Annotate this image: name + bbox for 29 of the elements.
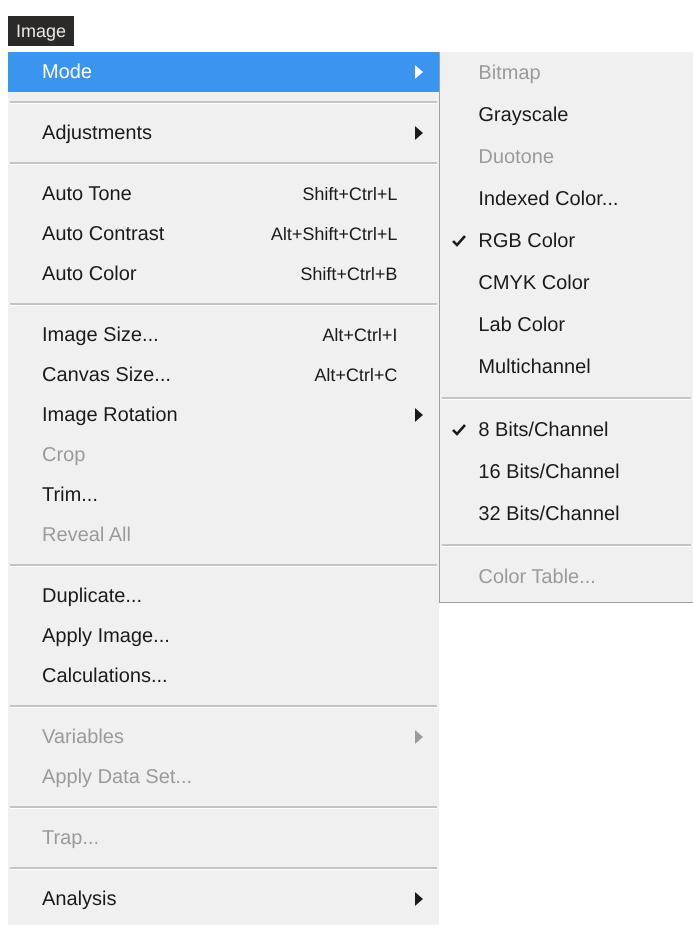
submenu-item[interactable]: Multichannel bbox=[440, 346, 693, 388]
submenu-item[interactable]: 32 Bits/Channel bbox=[440, 493, 693, 535]
menu-item[interactable]: Auto Contrast Alt+Shift+Ctrl+L bbox=[8, 214, 440, 254]
menu-item[interactable]: Image Size... Alt+Ctrl+I bbox=[8, 315, 440, 355]
menu-title[interactable]: Image bbox=[8, 16, 74, 46]
submenu-arrow-icon bbox=[415, 65, 424, 79]
submenu-arrow-icon bbox=[415, 730, 424, 744]
submenu-item[interactable]: Grayscale bbox=[440, 94, 693, 136]
menu-item[interactable]: Calculations... bbox=[8, 656, 440, 696]
submenu-item[interactable]: RGB Color bbox=[440, 220, 693, 262]
menu-item[interactable]: Duplicate... bbox=[8, 576, 440, 616]
submenu-arrow-icon bbox=[415, 126, 424, 140]
menu-item[interactable]: Image Rotation bbox=[8, 395, 440, 435]
menu-item[interactable]: Adjustments bbox=[8, 113, 440, 153]
menu-item[interactable]: Canvas Size... Alt+Ctrl+C bbox=[8, 355, 440, 395]
menu-item[interactable]: Apply Image... bbox=[8, 616, 440, 656]
menu-item[interactable]: Auto Tone Shift+Ctrl+L bbox=[8, 174, 440, 214]
menu-item[interactable]: Auto Color Shift+Ctrl+B bbox=[8, 254, 440, 294]
submenu-item[interactable]: Indexed Color... bbox=[440, 178, 693, 220]
submenu-arrow-icon bbox=[415, 892, 424, 906]
submenu-item[interactable]: 8 Bits/Channel bbox=[440, 409, 693, 451]
submenu-item[interactable]: CMYK Color bbox=[440, 262, 693, 304]
submenu-item[interactable]: 16 Bits/Channel bbox=[440, 451, 693, 493]
submenu-arrow-icon bbox=[415, 408, 424, 422]
checkmark-icon bbox=[452, 424, 466, 436]
submenu-item[interactable]: Lab Color bbox=[440, 304, 693, 346]
menu-item[interactable]: Analysis bbox=[8, 879, 440, 919]
menu-item[interactable]: Trim... bbox=[8, 475, 440, 515]
checkmark-icon bbox=[452, 235, 466, 247]
